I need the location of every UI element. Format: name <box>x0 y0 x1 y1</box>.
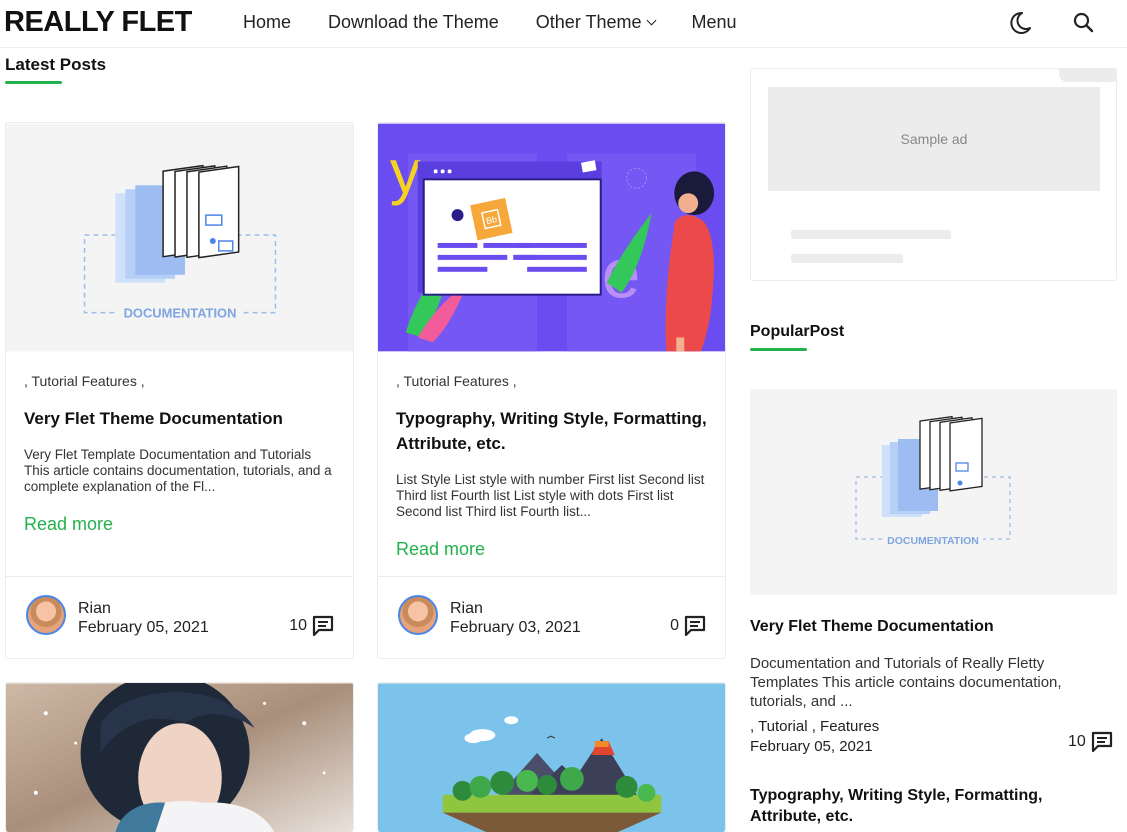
author-info: Rian February 03, 2021 <box>450 599 581 637</box>
latest-posts-title: Latest Posts <box>5 55 107 74</box>
popular-post-excerpt: Documentation and Tutorials of Really Fl… <box>750 655 1062 710</box>
comment-count-value: 0 <box>670 617 679 634</box>
post-thumbnail-typography[interactable]: y e Bb <box>378 123 725 352</box>
post-excerpt: Very Flet Template Documentation and Tut… <box>24 447 332 494</box>
comment-count[interactable]: 10 <box>289 615 335 637</box>
nav-download-theme[interactable]: Download the Theme <box>328 12 499 33</box>
post-card <box>377 682 726 832</box>
post-thumbnail-island[interactable] <box>378 683 725 832</box>
chevron-down-icon <box>646 15 656 26</box>
post-date: February 05, 2021 <box>78 619 209 636</box>
popular-comment-count[interactable]: 10 <box>1068 731 1114 753</box>
popular-post-underline <box>750 348 807 351</box>
post-footer: Rian February 03, 2021 0 <box>378 576 725 658</box>
comment-icon <box>684 615 706 637</box>
post-footer: Rian February 05, 2021 10 <box>6 576 353 658</box>
popular-post-title: PopularPost <box>750 323 845 340</box>
search-icon[interactable] <box>1071 10 1097 36</box>
author-info: Rian February 05, 2021 <box>78 599 209 637</box>
ad-widget: Sample ad <box>750 68 1117 281</box>
read-more-link[interactable]: Read more <box>396 539 485 560</box>
ad-text-placeholder <box>791 254 903 263</box>
sample-ad-label: Sample ad <box>900 131 968 147</box>
moon-icon[interactable] <box>1007 10 1033 36</box>
post-card: DOCUMENTATION , Tutorial Features , Very… <box>5 122 354 659</box>
comment-count-value: 10 <box>289 617 307 634</box>
ad-text-placeholder <box>791 230 951 239</box>
nav-home[interactable]: Home <box>243 12 291 33</box>
popular-thumbnail-documentation[interactable]: DOCUMENTATION <box>750 389 1117 595</box>
author-name[interactable]: Rian <box>450 599 581 618</box>
post-category[interactable]: , Tutorial Features , <box>24 373 145 389</box>
read-more-link[interactable]: Read more <box>24 514 113 535</box>
ui-letter-y: y <box>390 138 421 207</box>
popular-post-title-link[interactable]: Very Flet Theme Documentation <box>750 616 994 637</box>
ad-tab <box>1059 68 1117 82</box>
site-header: REALLY FLET Home Download the Theme Othe… <box>0 0 1127 48</box>
author-avatar[interactable] <box>398 595 438 635</box>
nav-other-theme-label: Other Theme <box>535 12 642 32</box>
comment-icon <box>312 615 334 637</box>
site-logo[interactable]: REALLY FLET <box>4 6 192 39</box>
nav-menu[interactable]: Menu <box>692 12 737 33</box>
comment-count[interactable]: 0 <box>670 615 707 637</box>
post-category[interactable]: , Tutorial Features , <box>396 373 517 389</box>
comment-icon <box>1091 731 1112 753</box>
post-card: y e Bb , Tutorial Features , Typography,… <box>377 122 726 659</box>
post-thumbnail-documentation[interactable]: DOCUMENTATION <box>6 123 353 352</box>
post-card <box>5 682 354 832</box>
popular-post-category[interactable]: , Tutorial , Features <box>750 717 879 736</box>
post-title[interactable]: Typography, Writing Style, Formatting, A… <box>396 406 707 456</box>
comment-count-value: 10 <box>1068 733 1086 750</box>
post-thumbnail-snow-portrait[interactable] <box>6 683 353 832</box>
nav-other-theme[interactable]: Other Theme <box>535 12 656 33</box>
post-excerpt: List Style List style with number First … <box>396 472 705 519</box>
post-date: February 03, 2021 <box>450 619 581 636</box>
author-name[interactable]: Rian <box>78 599 209 618</box>
popular-post-title-link[interactable]: Typography, Writing Style, Formatting, A… <box>750 785 1080 827</box>
sample-ad[interactable]: Sample ad <box>768 87 1100 191</box>
popular-post-date: February 05, 2021 <box>750 738 873 755</box>
post-title[interactable]: Very Flet Theme Documentation <box>24 406 335 431</box>
documentation-label: DOCUMENTATION <box>887 535 979 547</box>
latest-posts-underline <box>5 81 62 84</box>
author-avatar[interactable] <box>26 595 66 635</box>
documentation-label: DOCUMENTATION <box>124 306 237 321</box>
main-nav: Home Download the Theme Other Theme Menu <box>243 12 774 33</box>
